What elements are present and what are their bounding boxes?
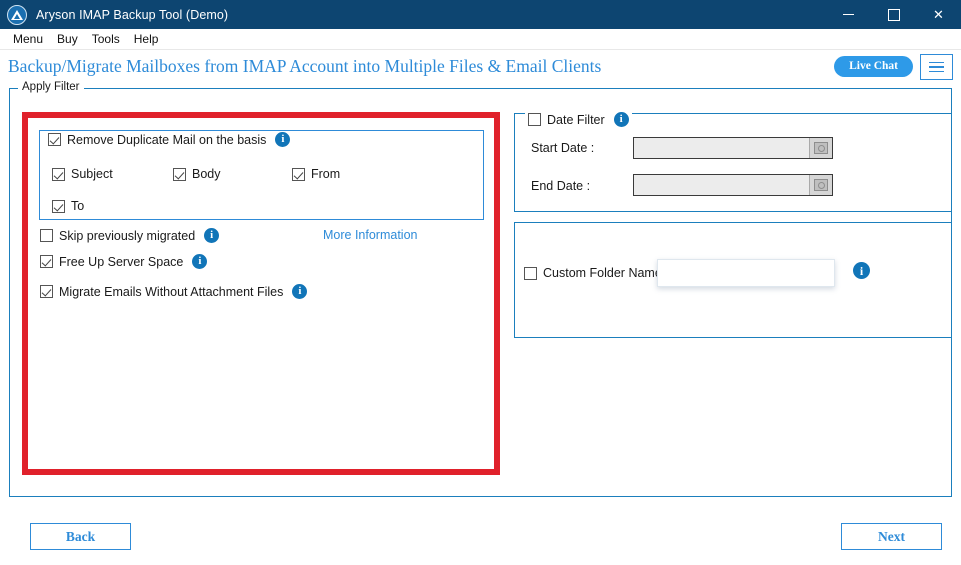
- checkbox-custom-folder-name[interactable]: Custom Folder Name: [524, 266, 662, 280]
- checkbox-box[interactable]: [52, 199, 65, 213]
- checkbox-box[interactable]: [48, 133, 61, 146]
- calendar-dropdown-icon[interactable]: [809, 138, 832, 158]
- more-information-link[interactable]: More Information: [323, 228, 417, 242]
- header-band: Backup/Migrate Mailboxes from IMAP Accou…: [0, 50, 961, 83]
- back-button[interactable]: Back: [30, 523, 131, 550]
- hamburger-menu-icon[interactable]: [920, 54, 953, 80]
- end-date-input[interactable]: [633, 174, 833, 196]
- info-icon[interactable]: i: [204, 228, 220, 243]
- apply-filter-legend: Apply Filter: [18, 81, 84, 93]
- minimize-icon[interactable]: [826, 0, 871, 29]
- menu-item-help[interactable]: Help: [127, 32, 166, 46]
- checkbox-box[interactable]: [52, 167, 65, 181]
- menu-item-menu[interactable]: Menu: [6, 32, 50, 46]
- custom-folder-name-input[interactable]: [657, 259, 835, 287]
- info-icon[interactable]: i: [292, 284, 308, 299]
- title-bar: Aryson IMAP Backup Tool (Demo) ✕: [0, 0, 961, 29]
- checkbox-box[interactable]: [528, 113, 541, 126]
- info-icon[interactable]: i: [275, 132, 291, 147]
- aryson-logo-icon: [7, 4, 27, 25]
- checkbox-label: Custom Folder Name: [543, 266, 662, 280]
- checkbox-migrate-without-attachment[interactable]: Migrate Emails Without Attachment Files …: [40, 284, 308, 299]
- close-icon[interactable]: ✕: [916, 0, 961, 29]
- start-date-input[interactable]: [633, 137, 833, 159]
- menu-item-tools[interactable]: Tools: [85, 32, 127, 46]
- checkbox-label: Body: [192, 167, 221, 181]
- checkbox-to[interactable]: To: [52, 199, 84, 213]
- checkbox-skip-previously-migrated[interactable]: Skip previously migrated i: [40, 228, 220, 243]
- page-title: Backup/Migrate Mailboxes from IMAP Accou…: [8, 56, 602, 76]
- window-title: Aryson IMAP Backup Tool (Demo): [36, 7, 229, 22]
- menu-bar: Menu Buy Tools Help: [0, 29, 961, 50]
- checkbox-label: Migrate Emails Without Attachment Files: [59, 284, 284, 299]
- checkbox-box[interactable]: [524, 266, 537, 280]
- checkbox-label: Free Up Server Space: [59, 254, 184, 269]
- checkbox-box[interactable]: [173, 167, 186, 181]
- checkbox-box[interactable]: [292, 167, 305, 181]
- info-icon[interactable]: i: [192, 254, 208, 269]
- checkbox-label: Skip previously migrated: [59, 228, 196, 243]
- maximize-icon[interactable]: [871, 0, 916, 29]
- checkbox-from[interactable]: From: [292, 167, 340, 181]
- next-button[interactable]: Next: [841, 523, 942, 550]
- checkbox-body[interactable]: Body: [173, 167, 221, 181]
- checkbox-free-up-server-space[interactable]: Free Up Server Space i: [40, 254, 208, 269]
- start-date-label: Start Date :: [531, 141, 595, 155]
- checkbox-remove-duplicate[interactable]: Remove Duplicate Mail on the basis i: [46, 132, 293, 147]
- date-filter-panel: [514, 113, 952, 212]
- menu-item-buy[interactable]: Buy: [50, 32, 85, 46]
- calendar-dropdown-icon[interactable]: [809, 175, 832, 195]
- checkbox-box[interactable]: [40, 255, 53, 268]
- live-chat-button[interactable]: Live Chat: [834, 56, 913, 77]
- info-icon[interactable]: i: [613, 112, 629, 127]
- checkbox-box[interactable]: [40, 229, 53, 242]
- window-controls: ✕: [826, 0, 961, 29]
- checkbox-label: Date Filter: [547, 112, 605, 127]
- info-icon[interactable]: i: [853, 262, 870, 279]
- checkbox-label: Remove Duplicate Mail on the basis: [67, 132, 267, 147]
- checkbox-subject[interactable]: Subject: [52, 167, 113, 181]
- checkbox-date-filter[interactable]: Date Filter i: [525, 112, 632, 127]
- checkbox-box[interactable]: [40, 285, 53, 298]
- checkbox-label: Subject: [71, 167, 113, 181]
- end-date-label: End Date :: [531, 179, 591, 193]
- checkbox-label: From: [311, 167, 341, 181]
- checkbox-label: To: [71, 199, 85, 213]
